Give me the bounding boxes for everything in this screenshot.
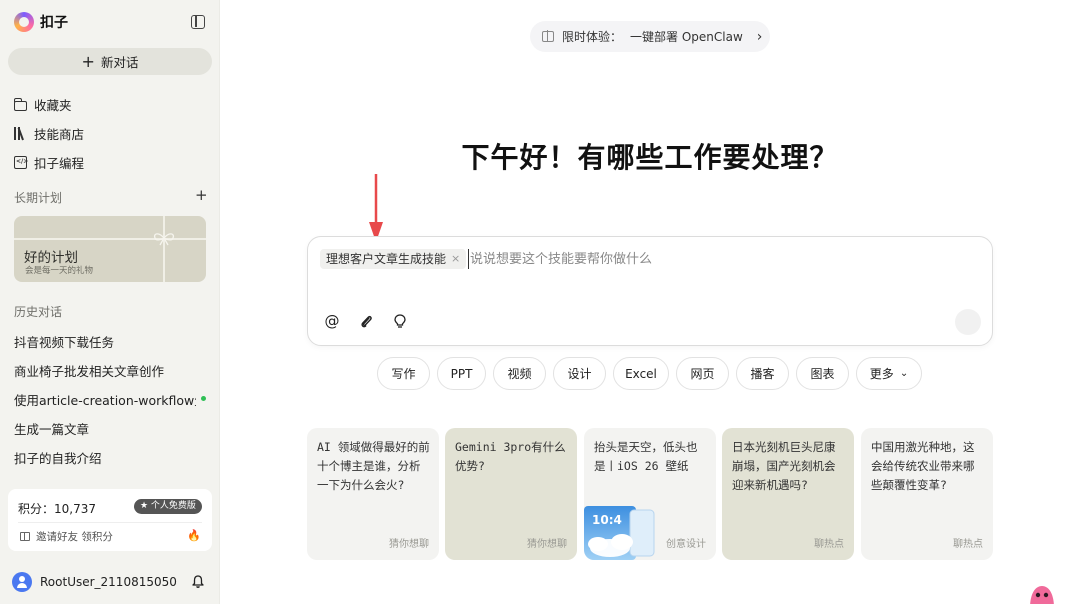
chip-video[interactable]: 视频 xyxy=(493,357,546,390)
sidebar-item-skill-store[interactable]: 技能商店 xyxy=(14,124,84,143)
history-item[interactable]: 生成一篇文章 xyxy=(14,419,89,438)
prompt-input[interactable] xyxy=(468,249,968,269)
history-label: 历史对话 xyxy=(14,305,63,319)
sidebar-item-label: 技能商店 xyxy=(34,127,85,142)
chip-label: 播客 xyxy=(750,367,775,381)
sidebar-item-label: 收藏夹 xyxy=(34,98,72,113)
suggestion-card[interactable]: Gemini 3pro有什么优势? 猜你想聊 xyxy=(445,428,577,560)
promo-banner[interactable]: 限时体验： 一键部署 OpenClaw › xyxy=(530,21,770,52)
plan-badge[interactable]: ★ 个人免费版 xyxy=(134,499,202,514)
chevron-down-icon: ⌄ xyxy=(899,368,909,379)
divider xyxy=(18,522,202,523)
history-item[interactable]: 使用article-creation-workflow生… xyxy=(14,390,196,409)
suggestion-card[interactable]: 中国用激光种地，这会给传统农业带来哪些颠覆性变革? 聊热点 xyxy=(861,428,993,560)
chip-more[interactable]: 更多 ⌄ xyxy=(856,357,922,390)
card-tag: 聊热点 xyxy=(953,539,983,550)
ribbon-decoration xyxy=(14,238,206,240)
card-text: 抬头是天空，低头也是丨iOS 26 壁纸 xyxy=(594,440,698,473)
sidebar-item-coze-coding[interactable]: 扣子编程 xyxy=(14,153,84,172)
chip-chart[interactable]: 图表 xyxy=(796,357,849,390)
chip-design[interactable]: 设计 xyxy=(553,357,606,390)
chip-webpage[interactable]: 网页 xyxy=(676,357,729,390)
svg-text:10:4: 10:4 xyxy=(592,513,622,527)
sidebar: 扣子 + 新对话 收藏夹 技能商店 扣子编程 长期计划 + 好的计划 会是每一天… xyxy=(0,0,220,604)
user-name: RootUser_2110815050 xyxy=(40,575,177,589)
attach-icon[interactable] xyxy=(354,309,378,333)
skill-tag-label: 理想客户文章生成技能 xyxy=(326,252,447,266)
card-text: Gemini 3pro有什么优势? xyxy=(455,440,566,473)
brand[interactable]: 扣子 xyxy=(14,12,68,32)
bell-icon[interactable] xyxy=(192,575,204,588)
card-tag: 猜你想聊 xyxy=(527,539,567,550)
chip-ppt[interactable]: PPT xyxy=(437,357,486,390)
card-tag: 聊热点 xyxy=(814,539,844,550)
gift-icon xyxy=(542,30,554,42)
plan-card[interactable]: 好的计划 会是每一天的礼物 xyxy=(14,216,206,282)
chip-label: Excel xyxy=(625,366,657,381)
invite-friends-link[interactable]: 邀请好友 领积分 xyxy=(20,529,113,544)
sidebar-toggle-icon[interactable] xyxy=(191,15,205,29)
active-status-dot xyxy=(201,396,206,401)
prompt-box: 理想客户文章生成技能 × @ xyxy=(307,236,993,346)
code-icon xyxy=(14,156,28,169)
promo-text: 一键部署 OpenClaw xyxy=(630,30,743,44)
suggestion-card[interactable]: AI 领域做得最好的前十个博主是谁，分析一下为什么会火? 猜你想聊 xyxy=(307,428,439,560)
close-icon[interactable]: × xyxy=(451,249,460,269)
plan-card-title: 好的计划 xyxy=(24,250,78,266)
chip-label: PPT xyxy=(450,366,473,381)
wallpaper-thumbnail-icon: 10:4 xyxy=(584,506,655,560)
card-text: 日本光刻机巨头尼康崩塌，国产光刻机会迎来新机遇吗? xyxy=(732,440,836,492)
page-title: 下午好！有哪些工作要处理？ xyxy=(461,141,839,174)
add-plan-button[interactable]: + xyxy=(195,188,208,203)
annotation-arrow-icon xyxy=(369,174,383,242)
brand-name: 扣子 xyxy=(40,15,68,31)
lightbulb-icon[interactable] xyxy=(388,309,412,333)
card-tag: 创意设计 xyxy=(666,539,706,550)
card-tag: 猜你想聊 xyxy=(389,539,429,550)
new-chat-button[interactable]: + 新对话 xyxy=(8,48,212,75)
suggestion-card[interactable]: 日本光刻机巨头尼康崩塌，国产光刻机会迎来新机遇吗? 聊热点 xyxy=(722,428,854,560)
gift-icon xyxy=(20,532,30,541)
history-item[interactable]: 商业椅子批发相关文章创作 xyxy=(14,361,164,380)
skill-tag[interactable]: 理想客户文章生成技能 × xyxy=(320,249,467,269)
points-balance: 积分：10,737 xyxy=(18,502,96,516)
user-profile[interactable]: RootUser_2110815050 xyxy=(12,572,177,592)
chip-label: 更多 xyxy=(869,367,894,381)
sidebar-item-favorites[interactable]: 收藏夹 xyxy=(14,95,72,114)
chip-writing[interactable]: 写作 xyxy=(377,357,430,390)
card-text: AI 领域做得最好的前十个博主是谁，分析一下为什么会火? xyxy=(317,440,430,492)
points-card: 积分：10,737 ★ 个人免费版 邀请好友 领积分 🔥 xyxy=(8,489,212,551)
greeting: 下午好！有哪些工作要处理？ xyxy=(220,136,1080,176)
chip-label: 视频 xyxy=(507,367,532,381)
chevron-right-icon: › xyxy=(756,28,763,45)
history-item[interactable]: 扣子的自我介绍 xyxy=(14,448,102,467)
chip-podcast[interactable]: 播客 xyxy=(736,357,789,390)
books-icon xyxy=(14,127,27,140)
invite-label: 邀请好友 领积分 xyxy=(36,531,113,543)
folder-icon xyxy=(14,97,27,111)
card-text: 中国用激光种地，这会给传统农业带来哪些颠覆性变革? xyxy=(871,440,975,492)
new-chat-label: 新对话 xyxy=(100,55,139,70)
sidebar-item-label: 扣子编程 xyxy=(34,156,85,171)
bow-icon xyxy=(153,233,175,246)
promo-prefix: 限时体验： xyxy=(562,30,623,44)
coze-logo-icon xyxy=(14,12,34,32)
chip-label: 写作 xyxy=(391,367,416,381)
history-item[interactable]: 抖音视频下载任务 xyxy=(14,332,114,351)
chip-label: 图表 xyxy=(810,367,835,381)
suggestion-card[interactable]: 抬头是天空，低头也是丨iOS 26 壁纸 10:4 创意设计 xyxy=(584,428,716,560)
mention-icon[interactable]: @ xyxy=(320,309,344,333)
chip-label: 网页 xyxy=(690,367,715,381)
plus-icon: + xyxy=(81,51,95,71)
chip-label: 设计 xyxy=(567,367,592,381)
chip-excel[interactable]: Excel xyxy=(613,357,669,390)
mascot-icon[interactable] xyxy=(1028,584,1056,604)
long-term-plan-label: 长期计划 xyxy=(14,191,63,205)
plan-card-subtitle: 会是每一天的礼物 xyxy=(25,266,94,276)
ribbon-decoration xyxy=(163,216,165,282)
send-button[interactable] xyxy=(955,309,981,335)
avatar xyxy=(12,572,32,592)
flame-icon: 🔥 xyxy=(187,529,201,542)
